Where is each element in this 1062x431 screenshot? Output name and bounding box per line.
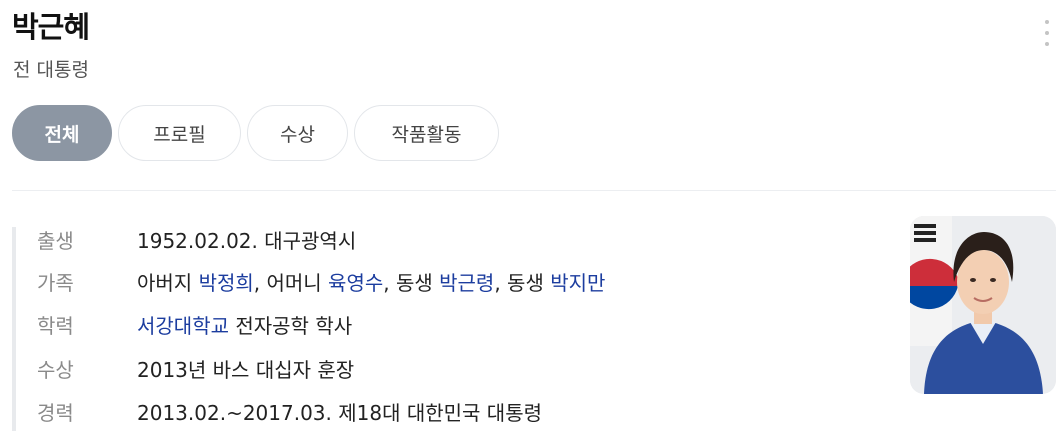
- info-row-award: 수상 2013년 바스 대십자 훈장: [37, 353, 354, 383]
- profile-photo[interactable]: [910, 216, 1056, 394]
- info-label-education: 학력: [37, 313, 74, 338]
- family-mother-prefix: , 어머니: [253, 270, 329, 295]
- family-mother-link[interactable]: 육영수: [328, 271, 383, 295]
- family-sibling2-link[interactable]: 박지만: [550, 271, 605, 295]
- info-row-birth: 출생 1952.02.02. 대구광역시: [37, 224, 356, 254]
- info-value-award: 2013년 바스 대십자 훈장: [137, 357, 355, 382]
- more-options-icon[interactable]: [1040, 20, 1054, 46]
- info-row-education: 학력 서강대학교 전자공학 학사: [37, 309, 352, 339]
- info-label-family: 가족: [37, 270, 74, 295]
- tab-works[interactable]: 작품활동: [354, 105, 499, 161]
- section-divider: [12, 190, 1056, 191]
- entity-name: 박근혜: [12, 10, 90, 44]
- info-row-career: 경력 2013.02.~2017.03. 제18대 대한민국 대통령: [37, 396, 542, 426]
- flag-trigram: [914, 224, 936, 242]
- info-row-family: 가족 아버지 박정희, 어머니 육영수, 동생 박근령, 동생 박지만: [37, 266, 605, 296]
- info-value-birth: 1952.02.02. 대구광역시: [137, 228, 357, 253]
- info-value-family: 아버지 박정희, 어머니 육영수, 동생 박근령, 동생 박지만: [137, 267, 605, 296]
- tab-award[interactable]: 수상: [247, 105, 348, 161]
- info-value-career: 2013.02.~2017.03. 제18대 대한민국 대통령: [137, 400, 543, 425]
- family-sibling2-prefix: , 동생: [494, 270, 551, 295]
- info-label-birth: 출생: [37, 228, 74, 253]
- family-sibling1-link[interactable]: 박근령: [439, 271, 494, 295]
- info-value-education: 서강대학교 전자공학 학사: [137, 310, 352, 339]
- family-sibling1-prefix: , 동생: [383, 270, 440, 295]
- entity-subtitle: 전 대통령: [13, 59, 89, 81]
- info-label-career: 경력: [37, 400, 74, 425]
- info-label-award: 수상: [37, 357, 74, 382]
- family-father-prefix: 아버지: [137, 270, 199, 295]
- tab-all[interactable]: 전체: [12, 105, 112, 161]
- family-father-link[interactable]: 박정희: [199, 271, 254, 295]
- education-detail: 전자공학 학사: [229, 313, 353, 338]
- info-left-bar: [12, 227, 16, 431]
- tab-profile[interactable]: 프로필: [118, 105, 241, 161]
- education-school-link[interactable]: 서강대학교: [137, 314, 229, 338]
